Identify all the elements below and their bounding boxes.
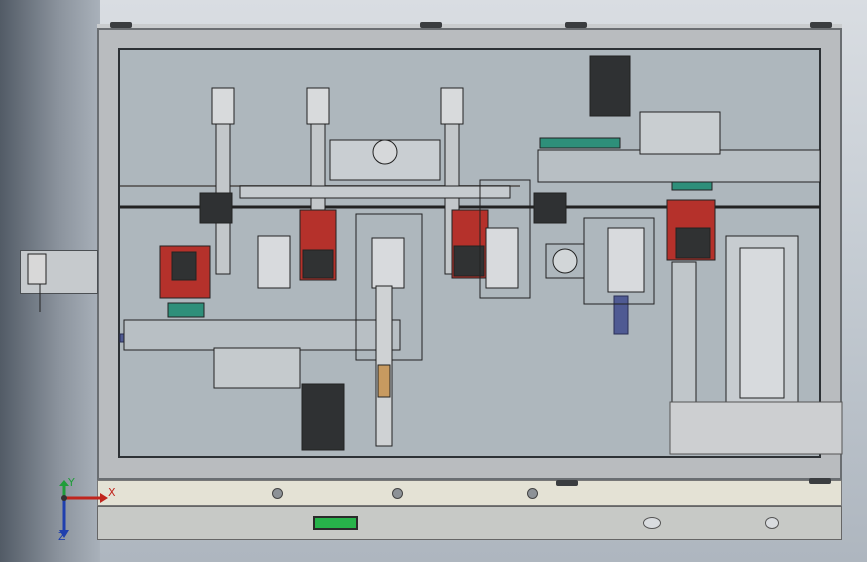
button-oval bbox=[643, 517, 661, 529]
cad-viewport[interactable]: X Y Z bbox=[0, 0, 867, 562]
cover-box bbox=[669, 401, 843, 455]
triad-y-label: Y bbox=[68, 476, 75, 489]
hinge bbox=[809, 478, 831, 484]
display-panel bbox=[313, 516, 358, 530]
triad-x-label: X bbox=[108, 486, 116, 499]
hinge bbox=[556, 480, 578, 486]
vertical-slide bbox=[671, 261, 697, 403]
mechanism-drawing bbox=[27, 55, 843, 455]
base-strip bbox=[97, 480, 842, 506]
screw-hole bbox=[392, 488, 403, 499]
screw-hole bbox=[272, 488, 283, 499]
cross-plate bbox=[239, 185, 511, 199]
cylinder-group bbox=[211, 87, 464, 275]
conveyor-right bbox=[537, 149, 821, 183]
base-lower bbox=[97, 506, 842, 540]
side-motor bbox=[27, 253, 47, 285]
conveyor-left bbox=[123, 319, 401, 351]
triad-z-label: Z bbox=[58, 530, 66, 543]
screw-hole bbox=[527, 488, 538, 499]
button-oval-small bbox=[765, 517, 779, 529]
coordinate-triad: X Y Z bbox=[52, 476, 122, 543]
